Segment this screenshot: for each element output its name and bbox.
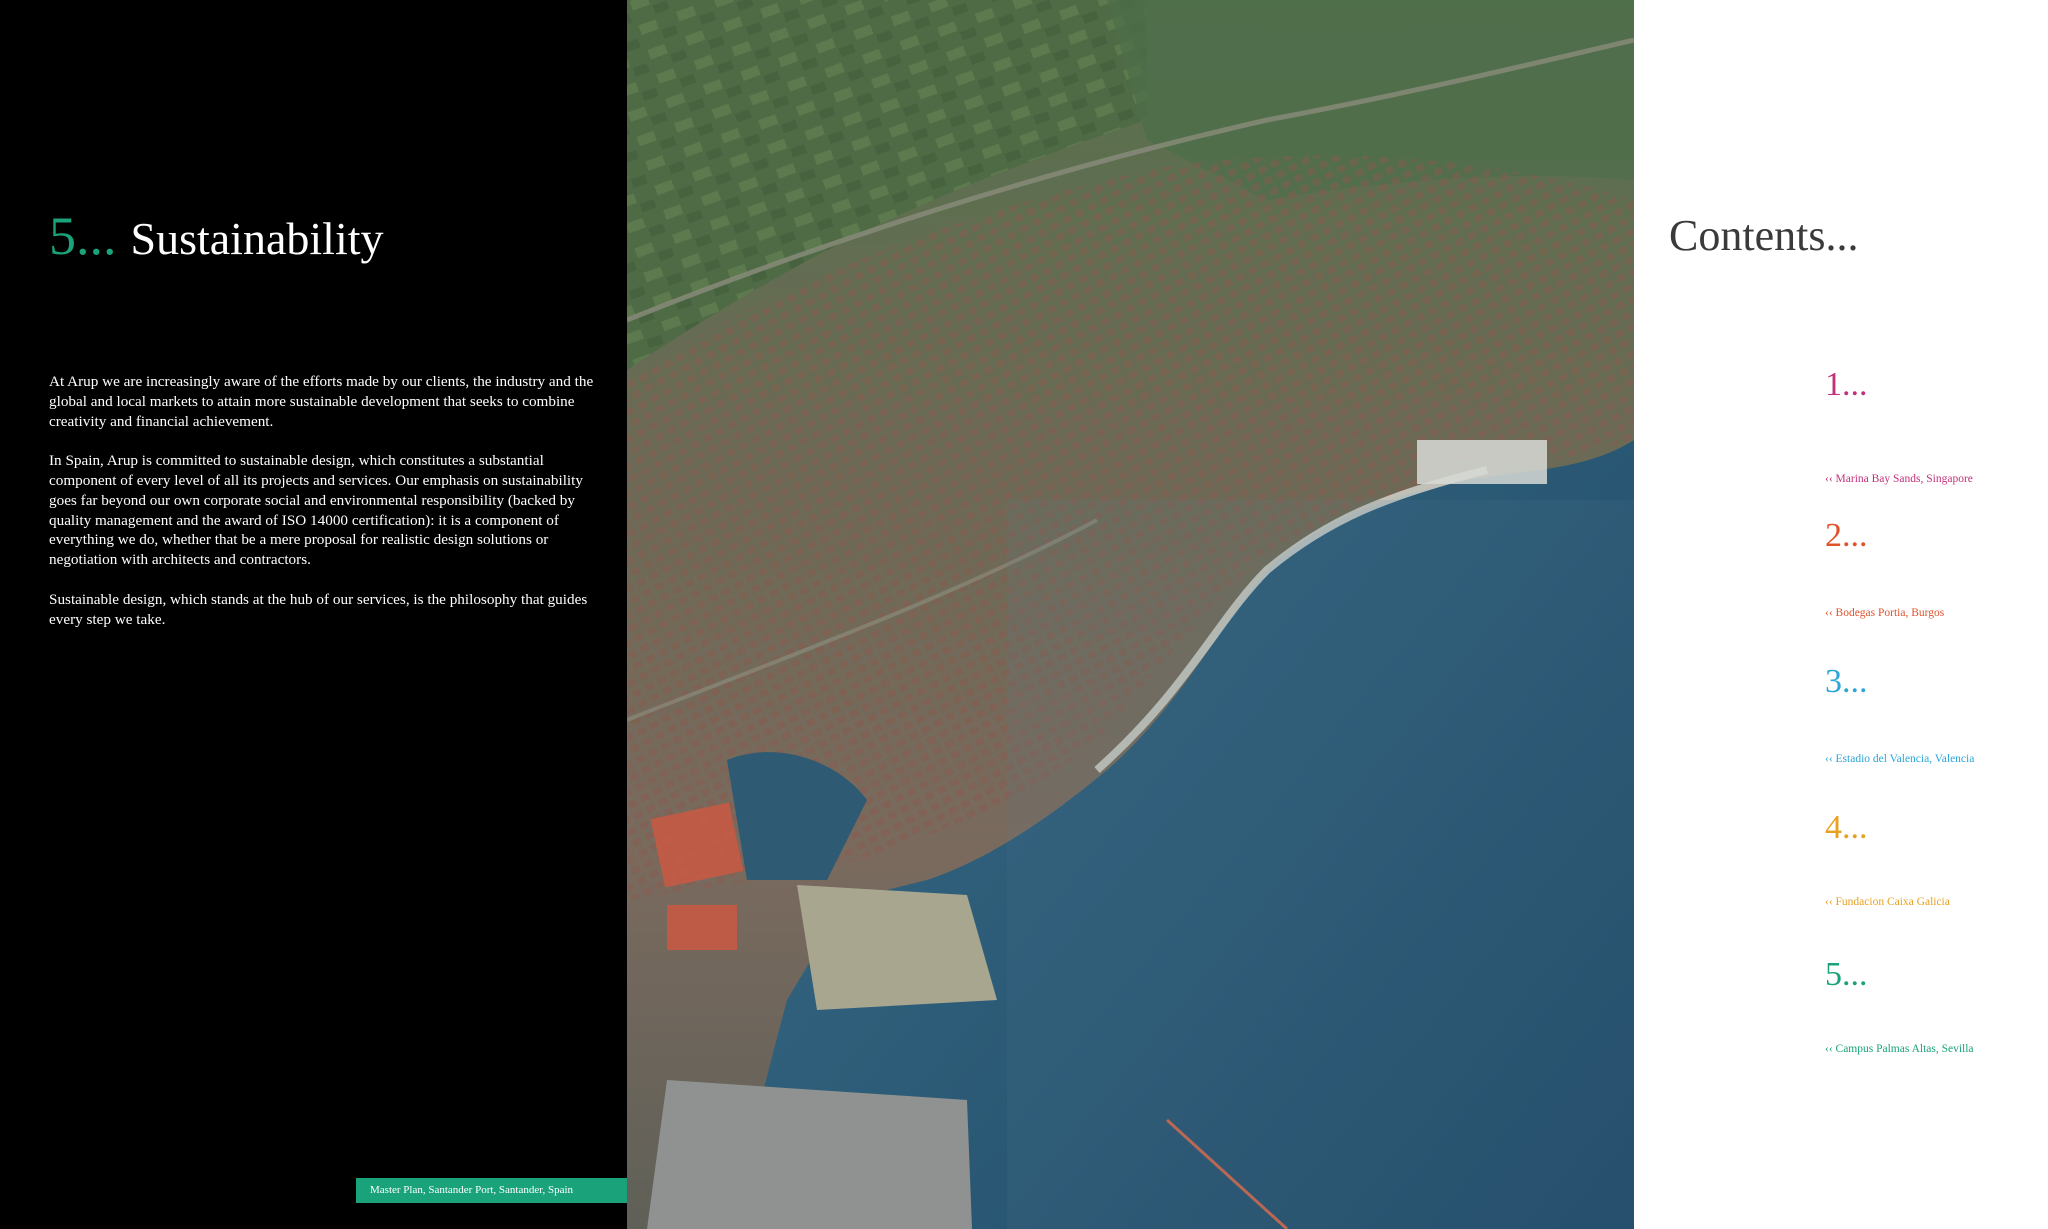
section-title: Sustainability <box>130 213 384 264</box>
toc-item-5[interactable]: 5... ‹‹ Campus Palmas Altas, Sevilla <box>1825 955 1974 1055</box>
aerial-photo <box>627 0 1634 1229</box>
toc-number: 3... <box>1825 663 1868 700</box>
toc-number: 2... <box>1825 517 1868 554</box>
toc-item-1[interactable]: 1... ‹‹ Marina Bay Sands, Singapore <box>1825 365 1973 485</box>
body-paragraph-2: In Spain, Arup is committed to sustainab… <box>49 452 583 569</box>
toc-item-3[interactable]: 3... ‹‹ Estadio del Valencia, Valencia <box>1825 662 1974 765</box>
toc-label: ‹‹ Bodegas Portia, Burgos <box>1825 607 1945 619</box>
body-paragraph-1: At Arup we are increasingly aware of the… <box>49 373 594 430</box>
section-heading: 5... Sustainability <box>49 204 384 269</box>
left-panel: 5... Sustainability At Arup we are increa… <box>0 0 627 1229</box>
toc-number: 4... <box>1825 809 1868 846</box>
toc-label: ‹‹ Campus Palmas Altas, Sevilla <box>1825 1043 1974 1055</box>
toc-label: ‹‹ Fundacion Caixa Galicia <box>1825 896 1950 908</box>
toc-item-2[interactable]: 2... ‹‹ Bodegas Portia, Burgos <box>1825 516 1944 619</box>
section-body: At Arup we are increasingly aware of the… <box>49 372 599 649</box>
section-number: 5... <box>49 206 117 266</box>
toc-number: 5... <box>1825 956 1868 993</box>
toc-item-4[interactable]: 4... ‹‹ Fundacion Caixa Galicia <box>1825 808 1950 908</box>
contents-title: Contents... <box>1669 211 1859 260</box>
toc-label: ‹‹ Marina Bay Sands, Singapore <box>1825 473 1973 485</box>
body-paragraph-3: Sustainable design, which stands at the … <box>49 590 588 628</box>
toc-label: ‹‹ Estadio del Valencia, Valencia <box>1825 753 1975 765</box>
toc-number: 1... <box>1825 366 1868 403</box>
photo-caption: Master Plan, Santander Port, Santander, … <box>356 1178 627 1203</box>
